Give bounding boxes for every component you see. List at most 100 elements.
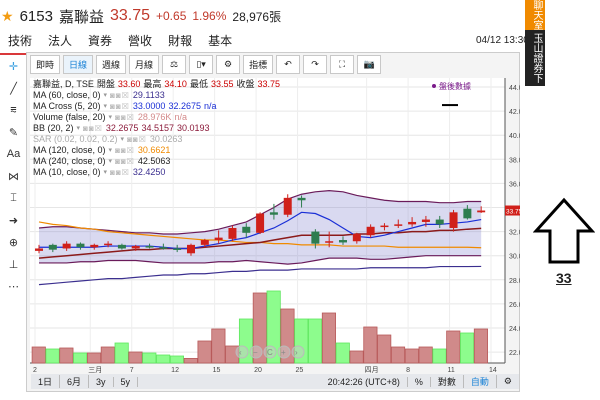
dropdown-icon[interactable]: ▾ [109, 156, 113, 167]
monthly-button[interactable]: 月線 [129, 55, 160, 74]
channel-icon[interactable]: ⩳ [0, 99, 27, 121]
indicator-controls-icon[interactable]: ◙◙☒ [110, 90, 130, 101]
indicator-label[interactable]: SAR (0.02, 0.02, 0.2) [33, 134, 118, 145]
volume-bar [156, 354, 171, 364]
indicators-button[interactable]: 指標 [243, 55, 274, 74]
volume-bar [183, 357, 198, 364]
dropdown-icon[interactable]: ▾ [104, 167, 108, 178]
volume-bar [460, 332, 475, 364]
redo-icon[interactable]: ↷ [303, 55, 328, 74]
indicator-controls-icon[interactable]: ◙◙☒ [115, 112, 135, 123]
zoom-control-button[interactable] [291, 345, 305, 359]
quote-datetime: 04/12 13:30 [476, 35, 529, 46]
settings-gear-icon[interactable]: ⚙ [216, 55, 241, 74]
indicator-label[interactable]: BB (20, 2) [33, 123, 74, 134]
fullscreen-icon[interactable]: ⛶ [330, 55, 355, 74]
camera-icon[interactable]: 📷 [357, 55, 382, 74]
dropdown-icon[interactable]: ▾ [77, 123, 81, 134]
indicator-controls-icon[interactable]: ◙◙☒ [110, 101, 130, 112]
candle-body [90, 244, 99, 248]
candle-body [131, 246, 140, 249]
dropdown-icon[interactable]: ▾ [109, 112, 113, 123]
pattern-icon[interactable]: ⋈ [0, 165, 27, 187]
volume-bar [404, 348, 419, 364]
indicator-value: 28.976K [137, 112, 172, 122]
volume-bar [59, 347, 74, 364]
chart-toolbar: 即時 日線 週線 月線 ⚖ ▯▾ ⚙ 指標 ↶ ↷ ⛶ 📷 [30, 55, 382, 74]
y-tick-label: 24.00 [509, 326, 520, 333]
y-tick-label: 36.00 [509, 181, 520, 188]
range-3y[interactable]: 3y [89, 376, 114, 387]
footer-gear-icon[interactable]: ⚙ [497, 376, 519, 387]
volume-bar [363, 326, 378, 364]
daily-button[interactable]: 日線 [63, 55, 94, 74]
candle-body [380, 225, 389, 228]
undo-icon[interactable]: ↶ [276, 55, 301, 74]
brush-icon[interactable]: ✎ [0, 121, 27, 143]
candle-body [269, 212, 278, 215]
y-tick-label: 32.00 [509, 230, 520, 237]
indicator-label[interactable]: Volume (false, 20) [33, 112, 106, 123]
volume-bar [432, 348, 447, 364]
indicator-controls-icon[interactable]: ◙◙☒ [115, 145, 135, 156]
dropdown-icon[interactable]: ▾ [104, 90, 108, 101]
zoom-control-icon: › [295, 348, 298, 357]
up-arrow-annotation-icon [533, 197, 595, 264]
stock-name: 嘉聯益 [58, 8, 104, 26]
range-1d[interactable]: 1日 [31, 375, 61, 388]
compare-icon[interactable]: ⚖ [162, 55, 187, 74]
candle-body [408, 221, 417, 225]
realtime-button[interactable]: 即時 [30, 55, 61, 74]
crosshair-icon[interactable]: ✛ [0, 55, 27, 77]
indicator-label[interactable]: MA (10, close, 0) [33, 167, 101, 178]
indicator-label[interactable]: MA (60, close, 0) [33, 90, 101, 101]
indicator-controls-icon[interactable]: ◙◙☒ [110, 167, 130, 178]
dropdown-icon[interactable]: ▾ [121, 134, 125, 145]
chart-legend: 嘉聯益, D, TSE 開盤 33.60 最高 34.10 最低 33.55 收盤 33… [33, 79, 280, 178]
zoom-control-button[interactable] [235, 345, 249, 359]
indicator-controls-icon[interactable]: ◙◙☒ [83, 123, 103, 134]
legend-row: MA (240, close, 0) ▾ ◙◙☒ 42.5063 [33, 156, 280, 167]
broker-order-tab[interactable]: 玉山證券下單 [513, 30, 545, 86]
dropdown-icon[interactable]: ▾ [109, 145, 113, 156]
range-5y[interactable]: 5y [114, 376, 139, 387]
indicator-label[interactable]: MA (120, close, 0) [33, 145, 106, 156]
candle-body [76, 243, 85, 248]
range-6m[interactable]: 6月 [60, 375, 90, 388]
weekly-button[interactable]: 週線 [96, 55, 127, 74]
ruler-icon[interactable]: ⊥ [0, 253, 27, 275]
volume-bar [335, 342, 350, 364]
arrow-left-icon[interactable]: ➜ [0, 209, 27, 231]
open-label: 開盤 [96, 79, 115, 89]
price-change-pct: 1.96% [192, 9, 227, 23]
volume-bar [418, 346, 433, 364]
chat-room-tab[interactable]: 聊天室 [525, 0, 545, 30]
indicator-controls-icon[interactable]: ◙◙☒ [115, 156, 135, 167]
favorite-star-icon[interactable]: ★ [1, 8, 14, 25]
x-tick-label: 2 [33, 367, 37, 374]
auto-scale-toggle[interactable]: 自動 [464, 375, 497, 388]
text-tool-icon[interactable]: Aa [0, 143, 27, 165]
candle-body [145, 246, 154, 248]
candle-body [187, 244, 195, 254]
percent-scale-toggle[interactable]: % [408, 376, 431, 387]
candle-body [435, 219, 444, 225]
indicator-controls-icon[interactable]: ◙◙☒ [127, 134, 147, 145]
legend-row: BB (20, 2) ▾ ◙◙☒ 32.2675 34.5157 30.0193 [33, 123, 280, 134]
y-tick-label: 28.00 [509, 278, 520, 285]
trade-volume: 28,976張 [232, 9, 282, 24]
zoom-icon[interactable]: ⊕ [0, 231, 27, 253]
trend-line-icon[interactable]: ╱ [0, 77, 27, 99]
y-tick-label: 42.00 [509, 109, 520, 116]
indicator-label[interactable]: MA Cross (5, 20) [33, 101, 101, 112]
chart-type-dropdown[interactable]: ▯▾ [189, 55, 214, 74]
indicator-value: 32.2675 [168, 101, 201, 111]
indicator-label[interactable]: MA (240, close, 0) [33, 156, 106, 167]
more-icon[interactable]: ⋯ [0, 275, 27, 297]
x-tick-label: 12 [171, 367, 179, 374]
log-scale-toggle[interactable]: 對數 [431, 375, 464, 388]
annotation-value: 33 [556, 270, 572, 286]
candle-body [339, 240, 347, 243]
dropdown-icon[interactable]: ▾ [104, 101, 108, 112]
measure-icon[interactable]: ⌶ [0, 187, 27, 209]
